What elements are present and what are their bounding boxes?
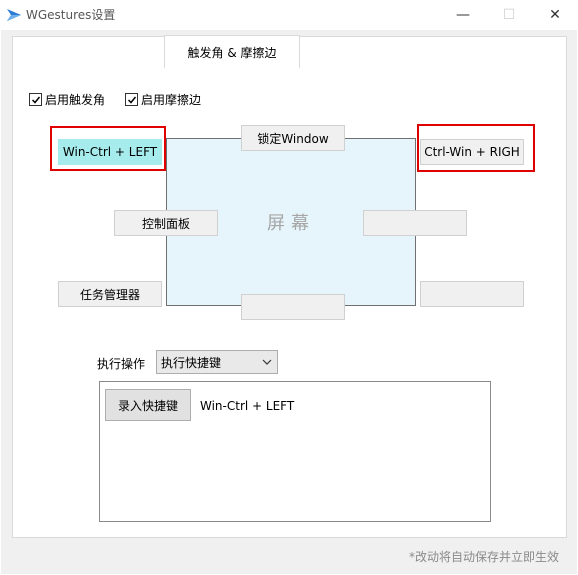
enable-corners-checkbox[interactable]: 启用触发角 [29, 91, 105, 108]
checkbox-box[interactable] [29, 93, 42, 106]
highlight-box-top-left [50, 126, 166, 171]
check-icon [127, 96, 136, 104]
edge-right-button[interactable] [363, 210, 467, 236]
minimize-button[interactable]: — [440, 0, 486, 30]
checkbox-box[interactable] [125, 93, 138, 106]
checkbox-label: 启用触发角 [45, 93, 106, 107]
corner-bottom-left-button[interactable]: 任务管理器 [58, 281, 162, 307]
action-label: 执行操作 [97, 357, 146, 371]
corner-bottom-right-button[interactable] [420, 281, 524, 307]
maximize-icon: ☐ [502, 7, 516, 23]
edge-top-button[interactable]: 锁定Window [241, 125, 345, 151]
close-button[interactable]: ✕ [532, 0, 578, 30]
action-select-value: 执行快捷键 [161, 355, 222, 370]
edge-left-button[interactable]: 控制面板 [114, 210, 218, 236]
hotkey-value: Win-Ctrl + LEFT [200, 399, 295, 413]
chevron-down-icon [262, 359, 272, 365]
maximize-button: ☐ [486, 0, 532, 30]
screen-label: 屏幕 [267, 213, 315, 234]
record-hotkey-button[interactable]: 录入快捷键 [105, 389, 191, 421]
minimize-icon: — [456, 7, 470, 23]
tab-corners-edges[interactable]: 触发角 & 摩擦边 [164, 35, 300, 68]
checkbox-label: 启用摩擦边 [141, 93, 202, 107]
action-select[interactable]: 执行快捷键 [156, 350, 278, 374]
enable-rub-edges-checkbox[interactable]: 启用摩擦边 [125, 91, 201, 108]
autosave-note: *改动将自动保存并立即生效 [409, 550, 560, 564]
edge-bottom-button[interactable] [241, 294, 345, 320]
highlight-box-top-right [417, 124, 535, 172]
close-icon: ✕ [549, 7, 561, 23]
title-bar: WGestures设置 — ☐ ✕ [0, 0, 578, 30]
window-title: WGestures设置 [26, 8, 116, 22]
app-icon [7, 9, 21, 21]
check-icon [31, 96, 40, 104]
